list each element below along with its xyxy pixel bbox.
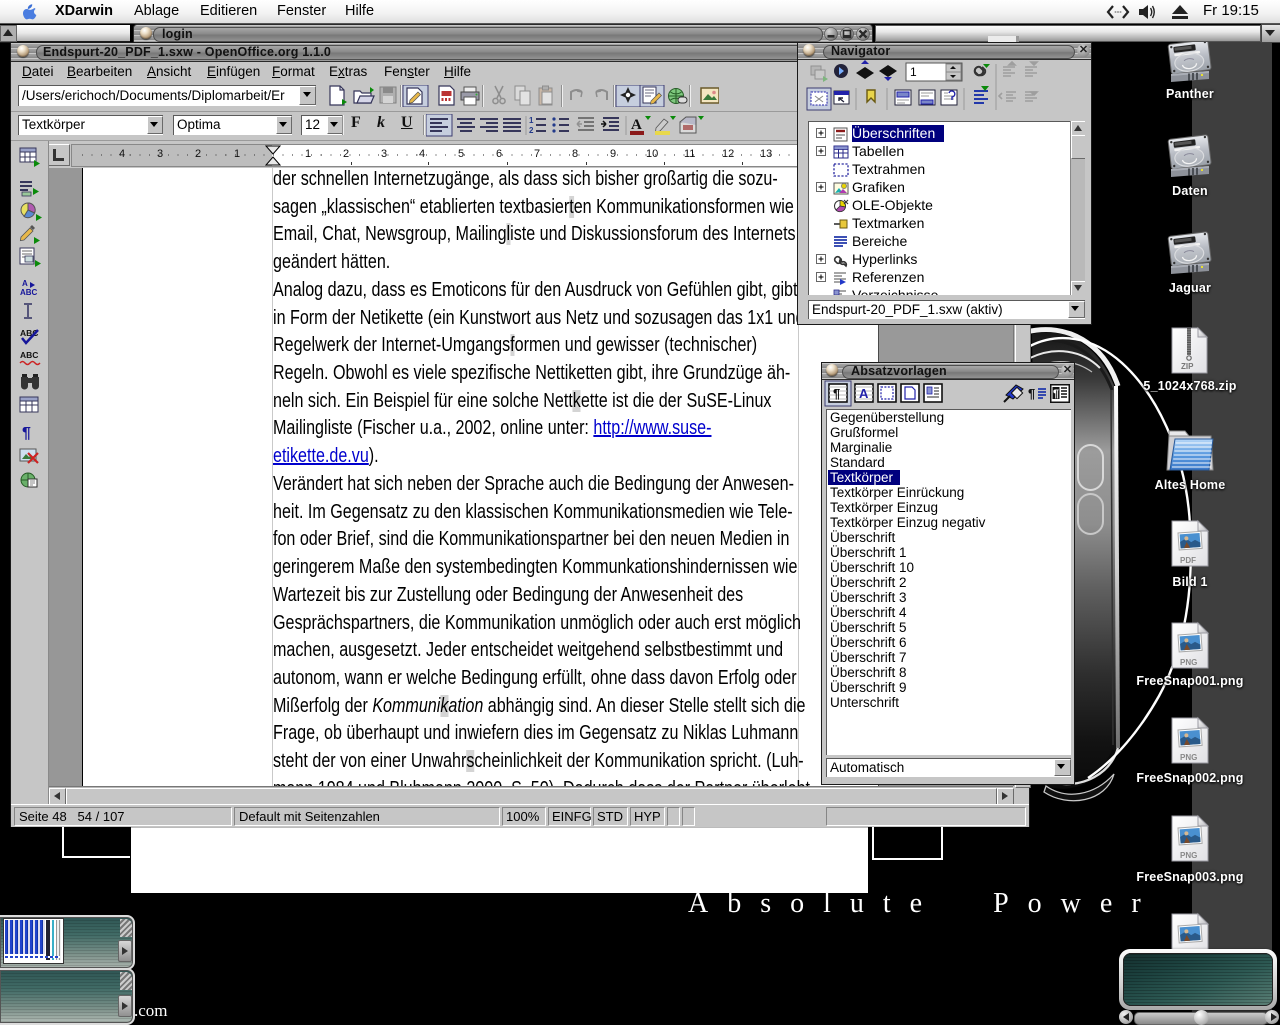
svg-text:ABC: ABC: [20, 350, 38, 360]
svg-text:1: 1: [529, 116, 534, 125]
svg-text:A: A: [859, 386, 869, 401]
svg-text:A: A: [22, 279, 28, 288]
svg-text:2: 2: [529, 126, 534, 135]
svg-text:ZIP: ZIP: [1181, 362, 1194, 371]
svg-text:¶: ¶: [22, 425, 31, 442]
svg-text:ABC: ABC: [20, 288, 38, 297]
svg-text:PNG: PNG: [1180, 658, 1197, 667]
svg-text:¶: ¶: [1028, 386, 1035, 401]
svg-text:PNG: PNG: [1180, 851, 1197, 860]
svg-text:¶: ¶: [833, 386, 840, 401]
svg-text:A: A: [631, 117, 642, 133]
svg-text:1: 1: [910, 65, 917, 79]
svg-text:PNG: PNG: [1180, 753, 1197, 762]
svg-text:PDF: PDF: [1180, 556, 1196, 565]
svg-text:¶: ¶: [1053, 388, 1059, 400]
